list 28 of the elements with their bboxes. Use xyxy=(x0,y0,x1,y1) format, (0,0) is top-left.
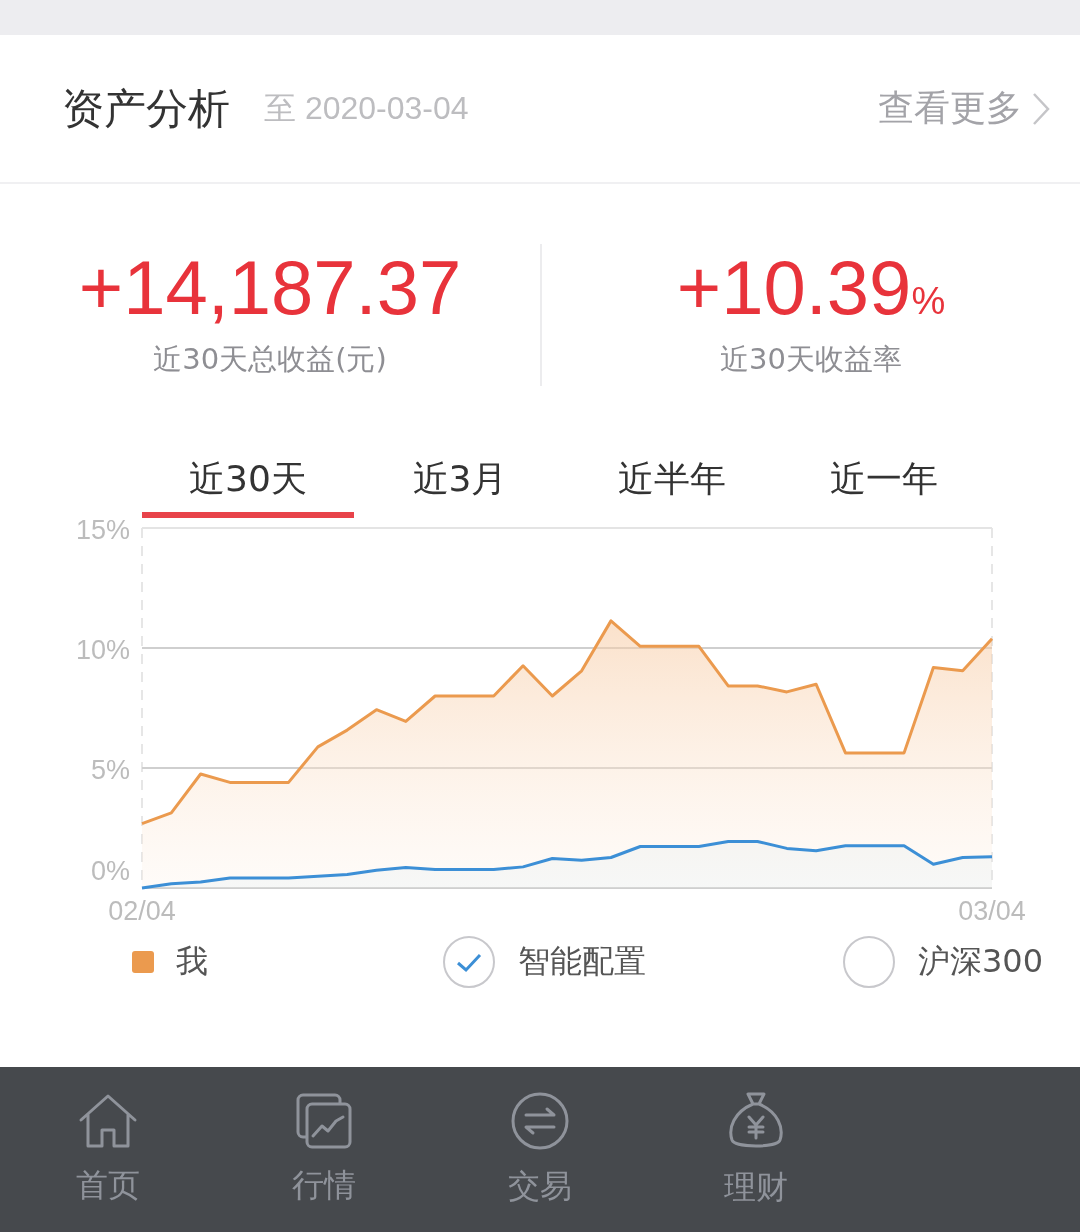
nav-item[interactable]: 交易 xyxy=(432,1067,648,1232)
section-title: 资产分析 xyxy=(62,82,230,135)
y-axis-label: 0% xyxy=(90,856,130,886)
y-axis-label: 10% xyxy=(75,635,130,665)
period-tab[interactable]: 近半年 xyxy=(566,446,778,518)
period-tab[interactable]: 近一年 xyxy=(778,446,990,518)
x-axis-label: 03/04 xyxy=(958,896,1026,926)
x-axis-label: 02/04 xyxy=(108,896,176,926)
checked-circle-icon[interactable] xyxy=(442,935,496,989)
view-more-link[interactable]: 查看更多 xyxy=(878,84,1050,133)
chevron-right-icon xyxy=(1032,91,1050,126)
period-tab[interactable]: 近3月 xyxy=(354,446,566,518)
nav-item[interactable]: 首页 xyxy=(0,1067,216,1232)
y-axis-label: 5% xyxy=(90,755,130,785)
date-label: 至 2020-03-04 xyxy=(264,88,469,128)
legend-label: 沪深300 xyxy=(918,941,1044,982)
stat-label: 近30天收益率 xyxy=(720,341,902,378)
legend-label: 我 xyxy=(176,941,208,982)
nav-item[interactable]: 理财 xyxy=(648,1067,864,1232)
chart-icon xyxy=(295,1091,353,1150)
period-tab[interactable]: 近30天 xyxy=(142,446,354,518)
stat-label: 近30天总收益(元) xyxy=(153,341,387,378)
stat-value: +14,187.37 xyxy=(78,250,462,326)
exchange-icon xyxy=(510,1090,570,1151)
stat-value: +10.39% xyxy=(676,250,946,326)
nav-item[interactable]: 行情 xyxy=(216,1067,432,1232)
y-axis-label: 15% xyxy=(75,518,130,545)
legend-label: 智能配置 xyxy=(518,941,646,982)
